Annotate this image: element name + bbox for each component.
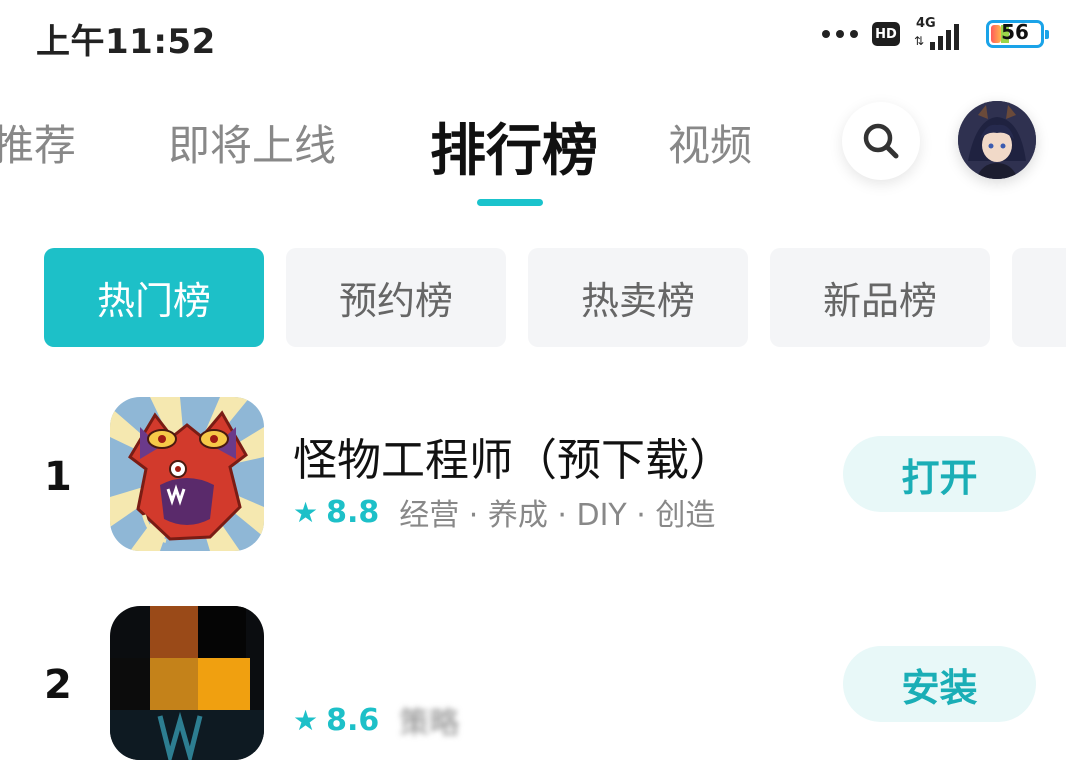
active-tab-indicator [477,199,543,206]
app-tags: 策略 [399,706,460,741]
app-meta: ★ 8.6 策略 [293,698,459,742]
status-time: 上午11:52 [36,22,216,62]
tab-rankings[interactable]: 排行榜 [430,106,598,187]
app-icon-monster-engineer[interactable] [110,397,264,551]
signal-icon: 4G ⇅ [914,16,972,52]
app-score: 8.8 [326,494,380,530]
app-tags: 经营 · 养成 · DIY · 创造 [399,498,716,533]
battery-icon: 56 [986,20,1049,48]
pixelated-icon [110,606,264,760]
search-icon [863,123,899,159]
chip-bestseller[interactable]: 热卖榜 [528,248,748,347]
search-button[interactable] [842,102,920,180]
tab-recommend[interactable]: 推荐 [0,112,76,173]
rank-number: 2 [44,662,72,708]
tab-upcoming[interactable]: 即将上线 [168,112,336,173]
hd-icon: HD [872,22,900,46]
app-title[interactable]: 怪物工程师（预下载） [293,424,733,488]
star-icon: ★ [293,495,319,529]
status-icons: HD 4G ⇅ 56 [822,14,1049,54]
avatar-image [958,101,1036,179]
chip-new[interactable]: 新品榜 [770,248,990,347]
user-avatar[interactable] [958,101,1036,179]
app-meta: ★ 8.8 经营 · 养成 · DIY · 创造 [293,490,715,534]
app-icon-blurred[interactable] [110,606,264,760]
chip-hot[interactable]: 热门榜 [44,248,264,347]
battery-level: 56 [1001,20,1029,44]
app-score: 8.6 [326,702,380,738]
more-dots-icon [822,30,858,38]
chip-more[interactable] [1012,248,1066,347]
star-icon: ★ [293,703,319,737]
monster-icon [110,397,264,551]
tab-video[interactable]: 视频 [668,112,752,173]
install-button[interactable]: 安装 [843,646,1036,722]
rank-number: 1 [44,454,72,500]
open-button[interactable]: 打开 [843,436,1036,512]
chip-reservation[interactable]: 预约榜 [286,248,506,347]
